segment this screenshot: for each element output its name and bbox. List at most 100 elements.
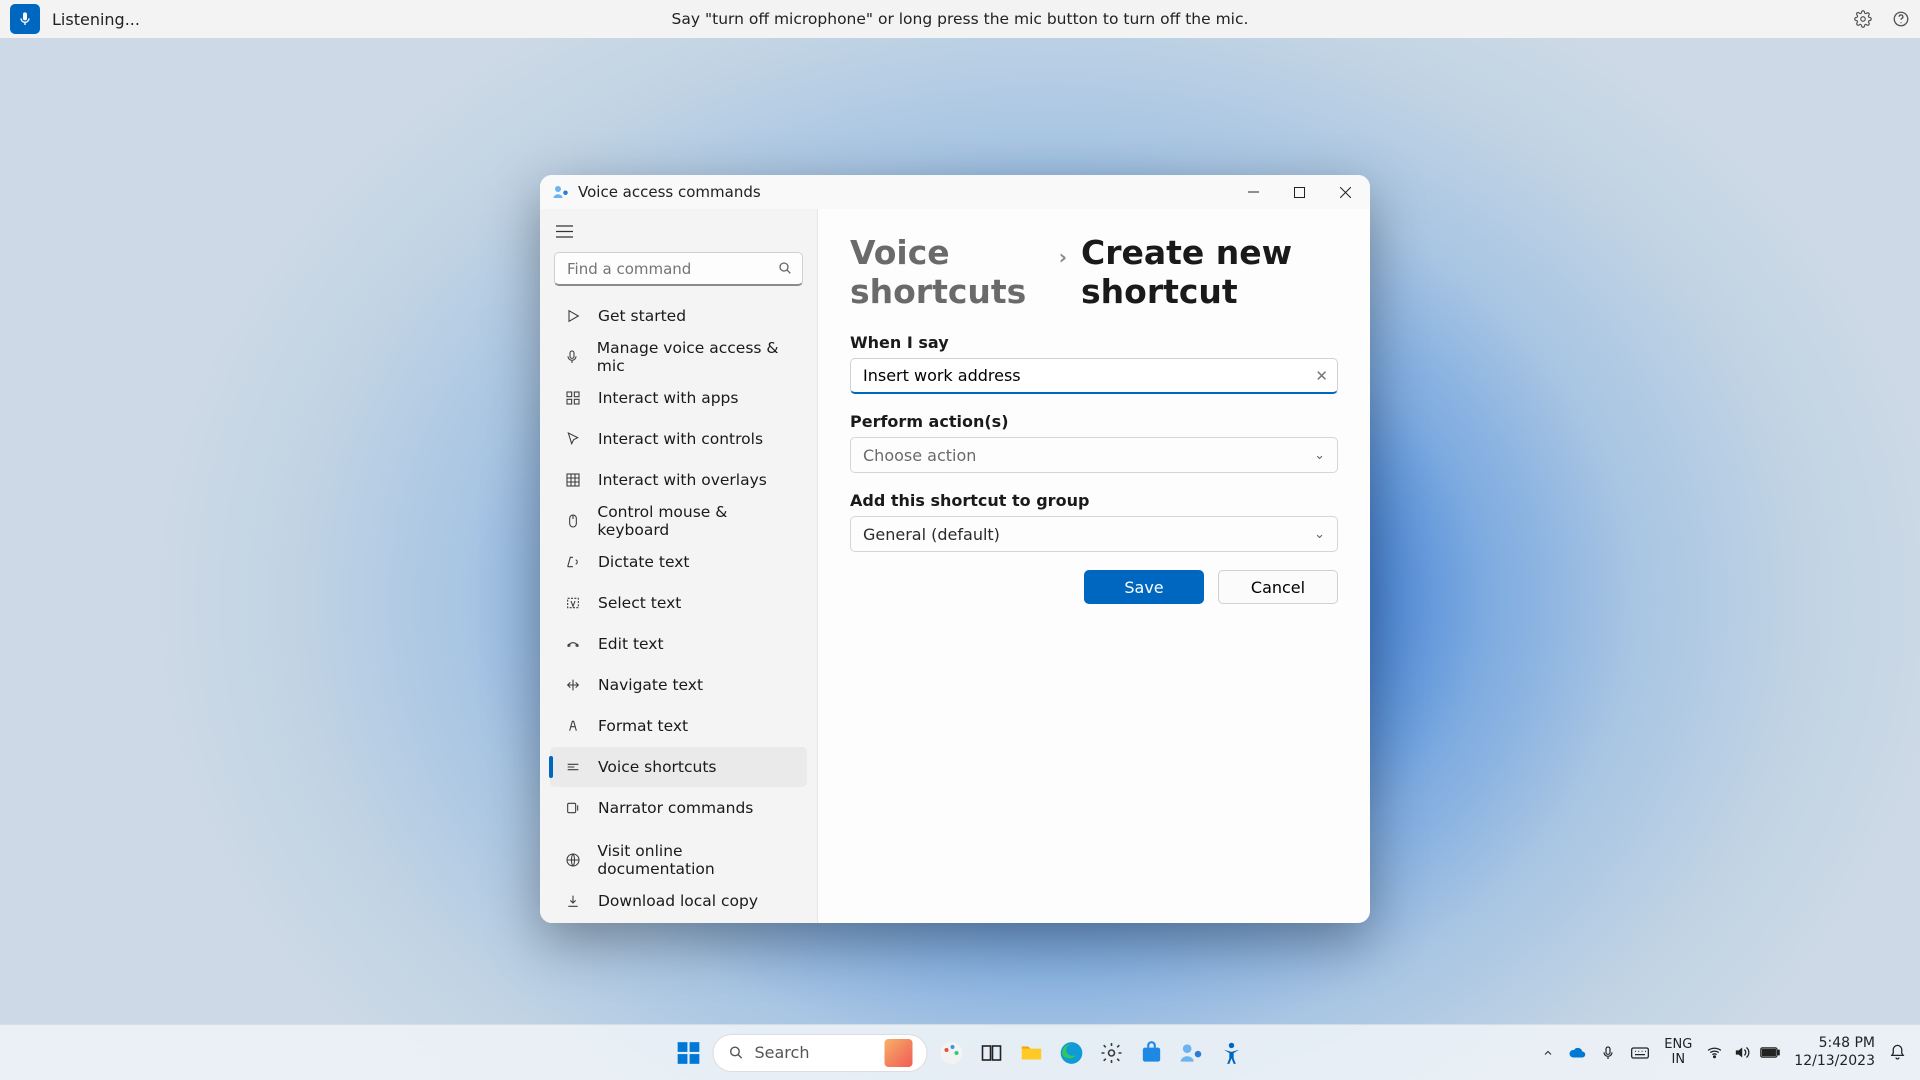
sidebar-item-get-started[interactable]: Get started xyxy=(550,296,807,336)
maximize-icon xyxy=(1294,187,1305,198)
save-button[interactable]: Save xyxy=(1084,570,1204,604)
sidebar-item-dictate-text[interactable]: Dictate text xyxy=(550,542,807,582)
sidebar-item-edit-text[interactable]: Edit text xyxy=(550,624,807,664)
sidebar-item-narrator-commands[interactable]: Narrator commands xyxy=(550,788,807,828)
sidebar-item-label: Format text xyxy=(598,717,688,735)
start-button[interactable] xyxy=(673,1037,705,1069)
when-i-say-input[interactable] xyxy=(850,358,1338,394)
sidebar-item-control-mouse-keyboard[interactable]: Control mouse & keyboard xyxy=(550,501,807,541)
sidebar: Get started Manage voice access & mic In… xyxy=(540,209,818,923)
select-text-icon xyxy=(564,595,582,611)
hamburger-icon xyxy=(556,225,573,238)
taskbar-app-store[interactable] xyxy=(1136,1037,1168,1069)
tray-language[interactable]: ENG IN xyxy=(1664,1038,1692,1068)
sidebar-item-label: Download local copy xyxy=(598,892,758,910)
voice-access-commands-window: Voice access commands Get started xyxy=(540,175,1370,923)
paint-icon xyxy=(939,1040,965,1066)
task-view-icon xyxy=(980,1041,1004,1065)
label-perform-actions: Perform action(s) xyxy=(850,412,1338,431)
voice-settings-button[interactable] xyxy=(1854,10,1872,28)
tray-volume[interactable] xyxy=(1733,1044,1750,1061)
sidebar-item-label: Visit online documentation xyxy=(597,842,797,878)
select-value: General (default) xyxy=(863,525,1000,544)
sidebar-item-label: Interact with controls xyxy=(598,430,763,448)
sidebar-hamburger-button[interactable] xyxy=(544,217,813,246)
select-placeholder: Choose action xyxy=(863,446,976,465)
mic-toggle-button[interactable] xyxy=(10,4,40,34)
sidebar-item-interact-apps[interactable]: Interact with apps xyxy=(550,378,807,418)
tray-notifications[interactable] xyxy=(1889,1044,1906,1061)
microphone-icon xyxy=(564,349,581,365)
sidebar-item-interact-controls[interactable]: Interact with controls xyxy=(550,419,807,459)
sidebar-item-interact-overlays[interactable]: Interact with overlays xyxy=(550,460,807,500)
breadcrumb: Voice shortcuts › Create new shortcut xyxy=(850,233,1338,311)
cancel-button[interactable]: Cancel xyxy=(1218,570,1338,604)
dictate-icon xyxy=(564,554,582,570)
taskbar-search[interactable]: Search xyxy=(713,1034,928,1072)
clear-input-button[interactable]: ✕ xyxy=(1315,367,1328,385)
window-maximize-button[interactable] xyxy=(1276,175,1322,209)
choose-action-select[interactable]: Choose action ⌄ xyxy=(850,437,1338,473)
play-icon xyxy=(564,308,582,324)
sidebar-item-voice-shortcuts[interactable]: Voice shortcuts xyxy=(550,747,807,787)
voice-help-button[interactable] xyxy=(1892,10,1910,28)
tray-clock[interactable]: 5:48 PM 12/13/2023 xyxy=(1794,1035,1875,1070)
keyboard-icon xyxy=(1630,1045,1650,1061)
main-panel: Voice shortcuts › Create new shortcut Wh… xyxy=(818,209,1370,923)
grid-icon xyxy=(564,472,582,488)
chevron-up-icon xyxy=(1542,1047,1554,1059)
tray-wifi[interactable] xyxy=(1706,1044,1723,1061)
microphone-icon xyxy=(17,11,33,27)
taskbar-app-explorer[interactable] xyxy=(1016,1037,1048,1069)
tray-overflow-button[interactable] xyxy=(1542,1047,1554,1059)
voice-access-bar: Listening... Say "turn off microphone" o… xyxy=(0,0,1920,38)
page-title: Create new shortcut xyxy=(1081,233,1338,311)
gear-icon xyxy=(1100,1041,1124,1065)
sidebar-item-download-local[interactable]: Download local copy xyxy=(550,881,807,921)
cursor-icon xyxy=(564,431,582,447)
help-icon xyxy=(1892,10,1910,28)
narrator-icon xyxy=(564,800,582,816)
edge-icon xyxy=(1059,1040,1085,1066)
tray-onedrive[interactable] xyxy=(1568,1044,1586,1062)
sidebar-search-input[interactable] xyxy=(554,252,803,286)
sidebar-item-label: Narrator commands xyxy=(598,799,753,817)
tray-mic[interactable] xyxy=(1600,1045,1616,1061)
window-minimize-button[interactable] xyxy=(1230,175,1276,209)
taskbar-app-paint[interactable] xyxy=(936,1037,968,1069)
sidebar-item-navigate-text[interactable]: Navigate text xyxy=(550,665,807,705)
navigate-icon xyxy=(564,677,582,693)
folder-icon xyxy=(1019,1040,1045,1066)
taskbar-app-voice-access[interactable] xyxy=(1176,1037,1208,1069)
app-icon xyxy=(552,183,570,201)
tray-battery[interactable] xyxy=(1760,1046,1780,1059)
sidebar-item-format-text[interactable]: Format text xyxy=(550,706,807,746)
search-icon xyxy=(777,260,793,276)
sidebar-item-label: Interact with overlays xyxy=(598,471,767,489)
close-icon xyxy=(1340,187,1351,198)
system-tray: ENG IN 5:48 PM 12/13/2023 xyxy=(1542,1035,1906,1070)
window-titlebar[interactable]: Voice access commands xyxy=(540,175,1370,209)
taskbar-app-settings[interactable] xyxy=(1096,1037,1128,1069)
window-close-button[interactable] xyxy=(1322,175,1368,209)
format-icon xyxy=(564,718,582,734)
taskbar-app-accessibility[interactable] xyxy=(1216,1037,1248,1069)
accessibility-icon xyxy=(1219,1040,1245,1066)
sidebar-item-label: Navigate text xyxy=(598,676,703,694)
mouse-icon xyxy=(564,513,581,529)
sidebar-item-label: Voice shortcuts xyxy=(598,758,717,776)
taskbar-app-task-view[interactable] xyxy=(976,1037,1008,1069)
windows-icon xyxy=(676,1040,702,1066)
taskbar-app-edge[interactable] xyxy=(1056,1037,1088,1069)
voice-access-icon xyxy=(1179,1040,1205,1066)
group-select[interactable]: General (default) ⌄ xyxy=(850,516,1338,552)
breadcrumb-root[interactable]: Voice shortcuts xyxy=(850,233,1045,311)
sidebar-item-online-docs[interactable]: Visit online documentation xyxy=(550,840,807,880)
sidebar-item-manage-voice-mic[interactable]: Manage voice access & mic xyxy=(550,337,807,377)
sidebar-item-label: Get started xyxy=(598,307,686,325)
tray-keyboard[interactable] xyxy=(1630,1045,1650,1061)
sidebar-item-label: Control mouse & keyboard xyxy=(597,503,797,539)
speaker-icon xyxy=(1733,1044,1750,1061)
sidebar-item-select-text[interactable]: Select text xyxy=(550,583,807,623)
bell-icon xyxy=(1889,1044,1906,1061)
